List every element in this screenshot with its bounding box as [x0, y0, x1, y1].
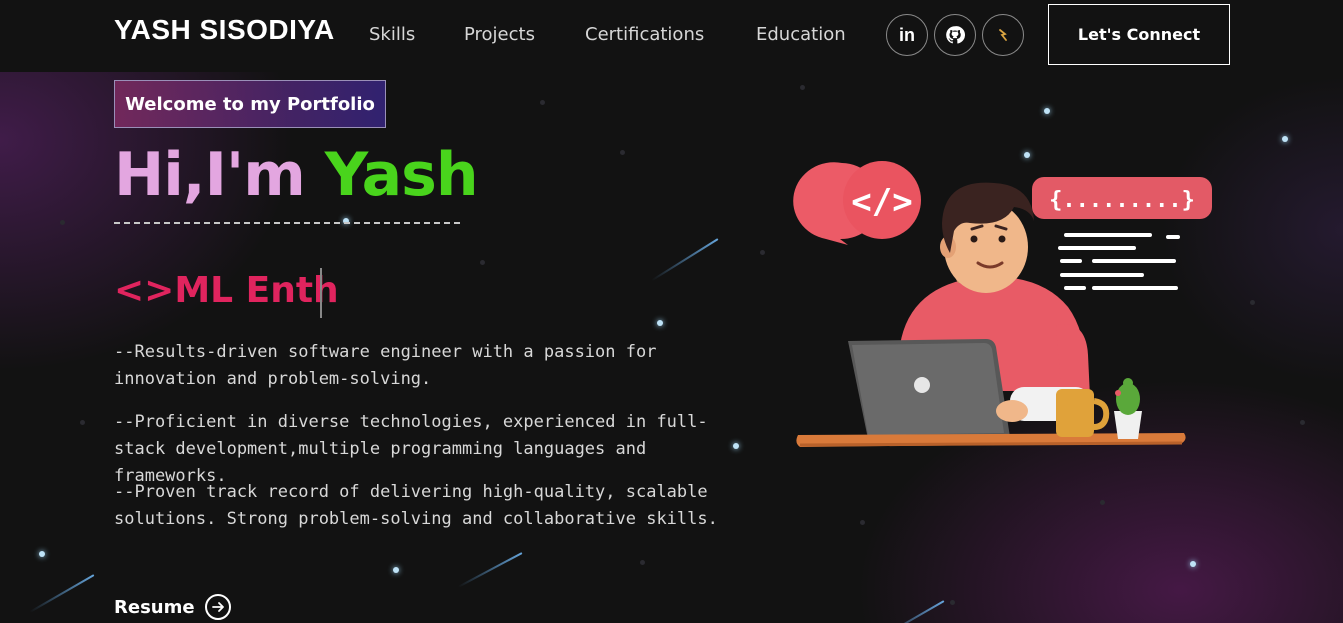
- star: [1300, 420, 1305, 425]
- star: [39, 551, 45, 557]
- star: [657, 320, 663, 326]
- developer-illustration: </> {.........}: [793, 161, 1212, 447]
- star: [393, 567, 399, 573]
- dashed-divider: [114, 222, 460, 224]
- star: [620, 150, 625, 155]
- nav-link-skills[interactable]: Skills: [369, 24, 415, 45]
- linkedin-link[interactable]: in: [886, 14, 928, 56]
- codechef-icon: [999, 29, 1007, 41]
- welcome-badge: Welcome to my Portfolio: [114, 80, 386, 128]
- greeting-prefix: Hi,I'm: [114, 140, 325, 210]
- star: [1044, 108, 1050, 114]
- resume-label: Resume: [114, 596, 195, 618]
- code-bubble-text: </>: [851, 182, 912, 222]
- codechef-link[interactable]: [982, 14, 1024, 56]
- star: [540, 100, 545, 105]
- github-link[interactable]: [934, 14, 976, 56]
- navbar: YASH SISODIYA Skills Projects Certificat…: [0, 0, 1343, 72]
- intro-paragraph-2: --Proficient in diverse technologies, ex…: [114, 412, 708, 486]
- star: [480, 260, 485, 265]
- star: [1190, 561, 1196, 567]
- greeting-name: Yash: [324, 140, 479, 210]
- star: [60, 220, 65, 225]
- github-icon: [946, 26, 965, 44]
- intro-paragraph-1: --Results-driven software engineer with …: [114, 342, 657, 389]
- intro-paragraph-3: --Proven track record of delivering high…: [114, 482, 718, 529]
- code-bubble-icon: </>: [793, 161, 921, 245]
- star: [860, 520, 865, 525]
- star: [800, 85, 805, 90]
- brand-logo[interactable]: YASH SISODIYA: [114, 14, 335, 46]
- star: [80, 420, 85, 425]
- nav-link-projects[interactable]: Projects: [464, 24, 535, 45]
- nav-link-education[interactable]: Education: [756, 24, 846, 45]
- nav-link-certifications[interactable]: Certifications: [585, 24, 704, 45]
- lets-connect-button[interactable]: Let's Connect: [1048, 4, 1230, 65]
- braces-text: {.........}: [1049, 188, 1195, 213]
- hero-greeting: Hi,I'm Yash: [114, 140, 479, 210]
- linkedin-icon: in: [899, 24, 915, 45]
- resume-link[interactable]: Resume: [114, 594, 231, 620]
- arrow-right-circle-icon: [204, 594, 231, 620]
- star: [1100, 500, 1105, 505]
- typing-role-text: <>ML Enth: [114, 270, 339, 311]
- star: [760, 250, 765, 255]
- typing-caret: [320, 268, 322, 318]
- star: [1250, 300, 1255, 305]
- star: [950, 600, 955, 605]
- star: [640, 560, 645, 565]
- star: [1282, 136, 1288, 142]
- braces-panel-icon: {.........}: [1032, 177, 1212, 219]
- code-lines: [1058, 233, 1180, 290]
